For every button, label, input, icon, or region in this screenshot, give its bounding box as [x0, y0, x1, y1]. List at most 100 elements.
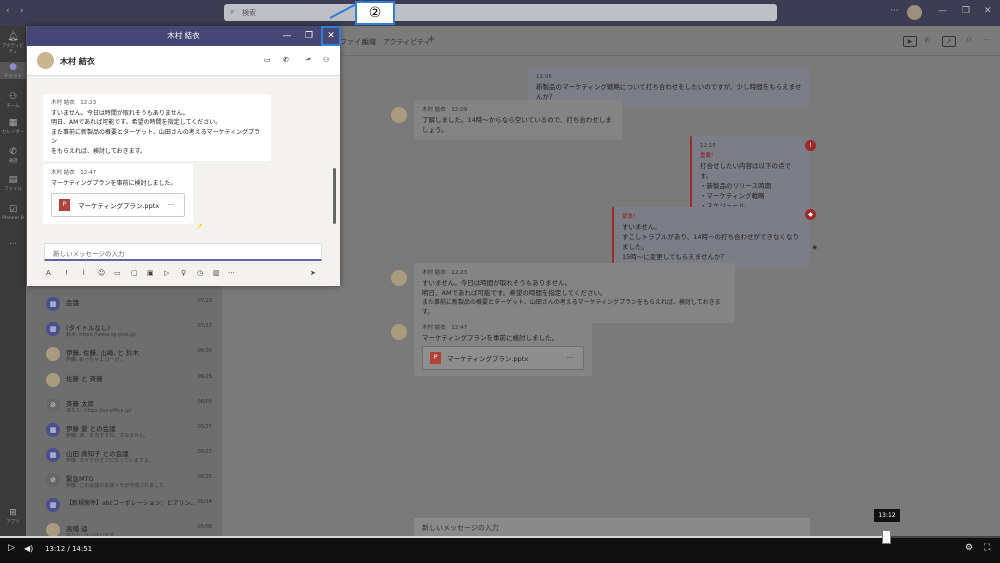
praise-icon[interactable]: ♀: [181, 269, 186, 277]
minimize-icon[interactable]: —: [938, 6, 947, 16]
sticker-icon[interactable]: ▢: [131, 269, 138, 277]
avatar: [37, 52, 54, 69]
powerpoint-icon: P: [59, 199, 70, 211]
meet-icon[interactable]: ▣: [147, 269, 154, 277]
list-item[interactable]: ▦ 伊藤 愛 との会議 伊藤: あ、本当ですね、すみません。 05/27: [26, 419, 222, 444]
rail-more[interactable]: ...: [0, 237, 26, 246]
list-item[interactable]: ▦ 【新規案件】abcコーポレーション：ヒアリン... 05/14: [26, 494, 222, 519]
emoji-icon[interactable]: ☺: [98, 269, 105, 277]
tab-activity[interactable]: アクティビティ: [383, 37, 431, 47]
close-app-icon[interactable]: ✕: [984, 6, 992, 16]
forward-icon[interactable]: ›: [20, 6, 24, 16]
more-icon[interactable]: ···: [890, 6, 899, 16]
attach-icon[interactable]: ⌇: [82, 269, 85, 277]
popout-icon[interactable]: ↗: [942, 36, 956, 47]
scrollbar[interactable]: [333, 168, 336, 224]
group-avatar: ▦: [46, 498, 60, 512]
popout-chat-window: 木村 結衣 — ❐ ✕ 木村 結衣 ▭ ✆ ⬏ ⚇ 木村 結衣 12:23 すい…: [27, 26, 341, 286]
close-icon: ✕: [327, 31, 335, 41]
apps-icon: ⊞: [9, 508, 17, 518]
group-avatar: ▦: [46, 297, 60, 311]
list-item[interactable]: ⊘ 斉藤 太郎 あなた: https://ez-office.jp/06/09: [26, 394, 222, 419]
onenote-icon[interactable]: ▥: [213, 269, 220, 277]
list-item[interactable]: 佐藤 と 斉藤 06/25: [26, 369, 222, 394]
calendar-icon: ▦: [8, 118, 18, 128]
avatar: ⊘: [46, 473, 60, 487]
list-item[interactable]: 伊藤, 佐藤, 山崎, と 鈴木 伊藤: めっちゃエコーが、、 06/30: [26, 343, 222, 368]
fullscreen-icon[interactable]: ⛶: [984, 543, 990, 553]
callout-badge: ②: [355, 1, 395, 25]
rail-activity[interactable]: 🔔︎ アクティビティ: [0, 32, 26, 55]
back-icon[interactable]: ‹: [6, 6, 10, 16]
rail-planner[interactable]: ☑ Planner B: [0, 205, 26, 221]
more-icon[interactable]: ···: [228, 269, 235, 277]
more-icon[interactable]: ...: [567, 352, 573, 360]
compose-input[interactable]: 新しいメッセージの入力: [414, 518, 810, 536]
schedule-icon[interactable]: ◷: [197, 269, 203, 277]
rail-files[interactable]: ▤ ファイル: [0, 175, 26, 192]
people-icon[interactable]: ⚇: [323, 56, 329, 64]
send-icon[interactable]: ➤: [310, 269, 316, 277]
play-icon[interactable]: ▷: [8, 543, 15, 553]
bell-icon: 🔔︎: [7, 32, 19, 42]
group-avatar: ▦: [46, 322, 60, 336]
chat-header: 木村 結衣 ▭ ✆ ⬏ ⚇: [27, 46, 340, 76]
important-icon[interactable]: !: [65, 269, 68, 277]
group-avatar: ▦: [46, 423, 60, 437]
mouse-cursor-icon: ➚: [196, 222, 204, 232]
scrub-thumbnail[interactable]: [882, 530, 891, 544]
volume-icon[interactable]: ◀): [24, 544, 33, 553]
phone-icon[interactable]: ✆: [920, 36, 934, 47]
video-controls: [0, 536, 1000, 563]
video-call-icon[interactable]: ▭: [264, 56, 271, 64]
compose-input[interactable]: 新しいメッセージの入力: [44, 243, 322, 261]
phone-icon: ✆: [9, 147, 17, 157]
add-tab-button[interactable]: +: [427, 34, 435, 45]
planner-icon: ☑: [8, 205, 18, 215]
phone-icon[interactable]: ✆: [283, 56, 289, 64]
important-icon: !: [805, 140, 816, 151]
settings-icon[interactable]: ⚙: [965, 543, 973, 553]
more-icon[interactable]: ...: [168, 199, 174, 207]
list-item[interactable]: ⊘ 緊急MTG 伊藤: この会議の会議メモが作成されました 05/25: [26, 469, 222, 494]
tab-org[interactable]: 組織: [362, 37, 376, 47]
avatar: [391, 270, 407, 286]
rail-apps[interactable]: ⊞ アプリ: [0, 508, 26, 525]
group-avatar: ▦: [46, 448, 60, 462]
maximize-icon[interactable]: ❐: [299, 26, 319, 46]
team-icon: ⚇: [8, 92, 18, 102]
search-icon: ⌕: [230, 7, 235, 16]
list-item[interactable]: ▦ 会議 07/23: [26, 293, 222, 318]
maximize-icon[interactable]: ❐: [962, 6, 970, 16]
avatar[interactable]: [907, 5, 922, 20]
people-icon[interactable]: ⚇: [962, 36, 976, 47]
avatar: [391, 107, 407, 123]
time-display: 13:12 / 14:51: [45, 545, 93, 553]
message-received: 木村 結衣 12:23 すいません。今日は時間が取れそうもありません。 明日、A…: [43, 94, 271, 161]
popout-icon[interactable]: ⬏: [305, 56, 311, 64]
chat-icon: ●: [9, 62, 17, 72]
loop-icon[interactable]: ▷: [164, 269, 169, 277]
message-important: 12:15 重要! 打合せしたい内容は以下の点です。 ・新製品のリリース時期 ・…: [690, 136, 810, 216]
file-attachment[interactable]: P マーケティングプラン.pptx ...: [422, 346, 584, 370]
close-button[interactable]: ✕: [321, 26, 341, 46]
more-options-icon[interactable]: ···: [980, 36, 994, 47]
time-tooltip: 13:12: [874, 509, 900, 522]
gif-icon[interactable]: ▭: [114, 269, 121, 277]
avatar: [391, 324, 407, 340]
avatar: [46, 373, 60, 387]
urgent-icon: ◆: [805, 209, 816, 220]
list-item[interactable]: ▦ 山田 真知子 との会議 伊藤: マイクがオフになっていますよ。 05/27: [26, 444, 222, 469]
search-input[interactable]: ⌕ 検索: [224, 4, 777, 21]
rail-teams[interactable]: ⚇ チーム: [0, 92, 26, 109]
list-item[interactable]: ▦ (タイトルなし) 鈴木: https://www.sg-plus.jp/07/1…: [26, 318, 222, 343]
rail-calls[interactable]: ✆ 通話: [0, 147, 26, 164]
file-icon: ▤: [8, 175, 18, 185]
format-icon[interactable]: A: [46, 269, 51, 277]
rail-calendar[interactable]: ▦ カレンダー: [0, 118, 26, 135]
video-call-icon[interactable]: ▶: [903, 36, 917, 47]
file-attachment[interactable]: P マーケティングプラン.pptx ...: [51, 193, 185, 217]
rail-chat[interactable]: ● チャット: [0, 62, 26, 79]
minimize-icon[interactable]: —: [277, 26, 297, 46]
read-receipt-icon: ◉: [812, 244, 818, 251]
